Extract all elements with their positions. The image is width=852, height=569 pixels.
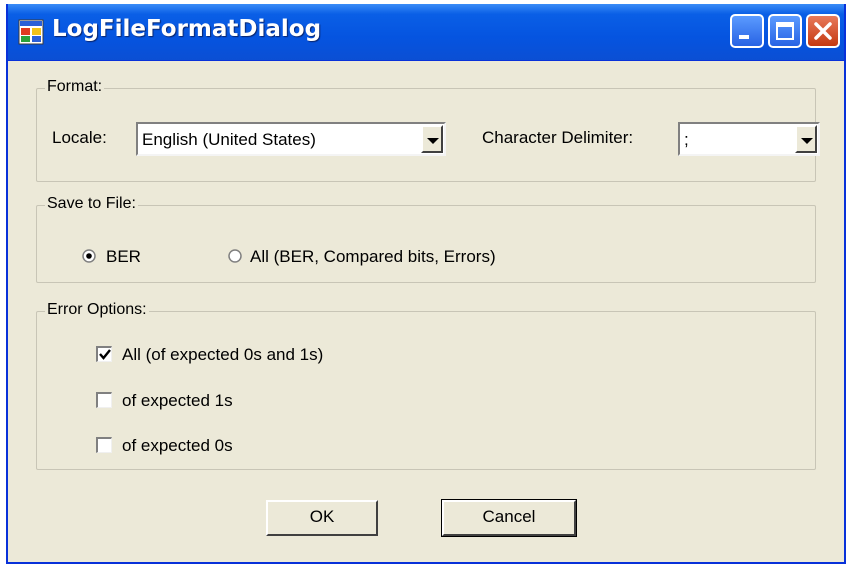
save-to-file-group: Save to File:: [36, 195, 816, 283]
title-bar[interactable]: LogFileFormatDialog: [8, 4, 844, 61]
checkbox-all[interactable]: [96, 346, 112, 362]
close-icon: [814, 22, 832, 40]
locale-select[interactable]: English (United States): [136, 122, 446, 156]
maximize-icon: [776, 22, 794, 40]
checkbox-label-expected-1s: of expected 1s: [122, 391, 233, 410]
close-button[interactable]: [806, 14, 840, 48]
save-to-file-legend: Save to File:: [45, 195, 138, 213]
chevron-down-icon: [801, 138, 813, 144]
radio-label-ber: BER: [106, 247, 141, 266]
chevron-down-icon: [427, 138, 439, 144]
minimize-button[interactable]: [730, 14, 764, 48]
delimiter-label: Character Delimiter:: [482, 128, 634, 147]
error-options-legend: Error Options:: [45, 301, 149, 319]
checkbox-label-all: All (of expected 0s and 1s): [122, 345, 324, 364]
minimize-icon: [739, 35, 749, 39]
cancel-button[interactable]: Cancel: [441, 499, 577, 537]
app-icon: [18, 19, 44, 45]
radio-label-all: All (BER, Compared bits, Errors): [250, 247, 496, 266]
checkbox-expected-1s[interactable]: [96, 392, 112, 408]
radio-unselected-icon[interactable]: [228, 249, 242, 263]
delimiter-value: ;: [684, 130, 689, 149]
delimiter-select[interactable]: ;: [678, 122, 820, 156]
checkbox-label-expected-0s: of expected 0s: [122, 436, 233, 455]
checkbox-expected-0s[interactable]: [96, 437, 112, 453]
locale-dropdown-button[interactable]: [421, 125, 443, 153]
format-legend: Format:: [45, 78, 105, 96]
ok-button[interactable]: OK: [266, 500, 378, 536]
locale-value: English (United States): [142, 130, 316, 149]
checkmark-icon: [99, 349, 111, 360]
radio-selected-icon[interactable]: [82, 249, 96, 263]
delimiter-dropdown-button[interactable]: [795, 125, 817, 153]
dialog-window: LogFileFormatDialog Format: Locale: Engl…: [6, 4, 846, 564]
window-title: LogFileFormatDialog: [52, 16, 322, 42]
locale-label: Locale:: [52, 128, 107, 147]
maximize-button[interactable]: [768, 14, 802, 48]
